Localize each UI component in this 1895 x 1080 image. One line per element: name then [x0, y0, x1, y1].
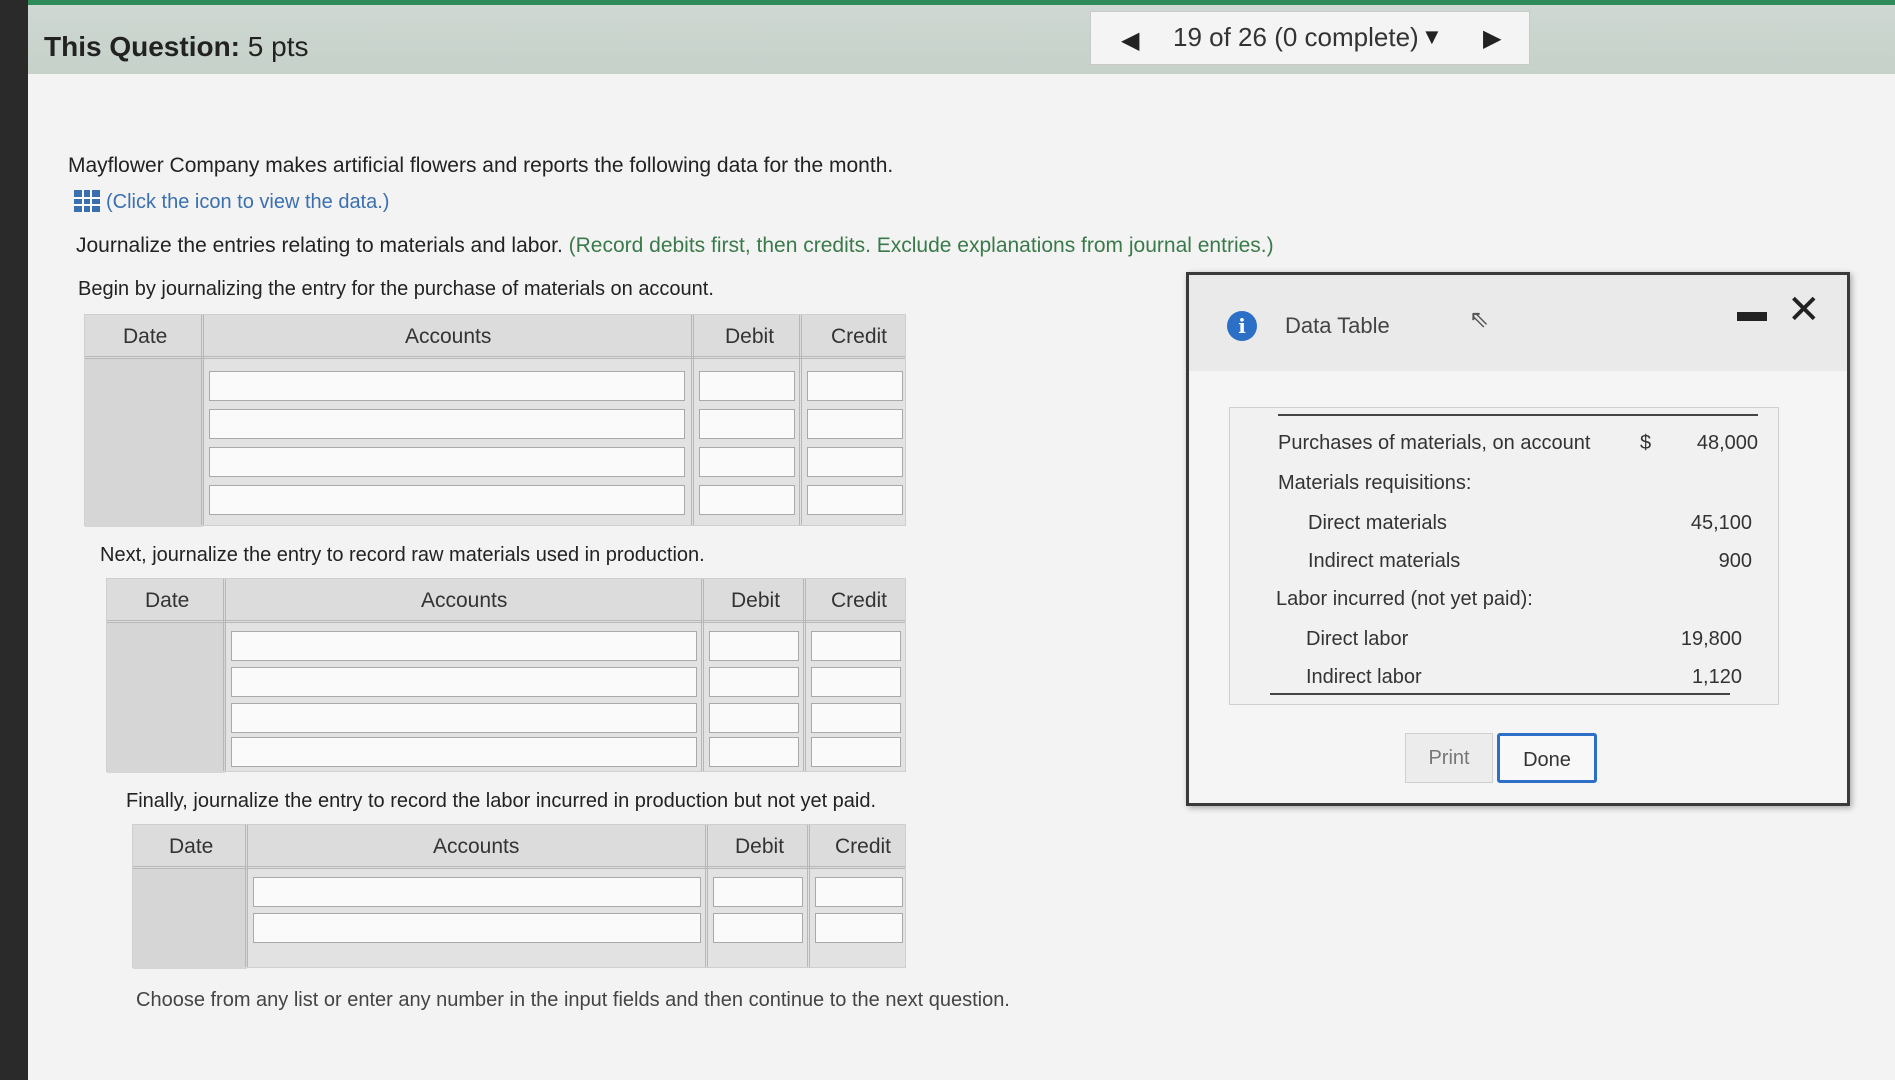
- date-column: [133, 869, 247, 969]
- print-button[interactable]: Print: [1405, 733, 1493, 783]
- question-points: This Question: 5 pts: [44, 31, 309, 62]
- debit-input[interactable]: [713, 913, 803, 943]
- dialog-title: Data Table: [1285, 313, 1390, 338]
- instructions: Journalize the entries relating to mater…: [76, 234, 1274, 257]
- credit-input[interactable]: [811, 737, 901, 767]
- debit-input[interactable]: [709, 737, 799, 767]
- account-input[interactable]: [209, 409, 685, 439]
- currency-symbol: $: [1640, 432, 1652, 454]
- journal-table-purchase: Date Accounts Debit Credit: [84, 314, 906, 527]
- credit-input[interactable]: [807, 485, 903, 515]
- account-input[interactable]: [231, 667, 697, 697]
- data-row-label: Direct labor: [1306, 628, 1409, 650]
- problem-intro: Mayflower Company makes artificial flowe…: [68, 154, 894, 177]
- debit-input[interactable]: [699, 409, 795, 439]
- next-question-icon[interactable]: ▶: [1483, 24, 1501, 53]
- data-row-label: Materials requisitions:: [1278, 472, 1472, 494]
- account-input[interactable]: [231, 737, 697, 767]
- data-row-label: Indirect materials: [1308, 550, 1461, 572]
- credit-input[interactable]: [807, 447, 903, 477]
- account-input[interactable]: [231, 631, 697, 661]
- done-button[interactable]: Done: [1497, 733, 1597, 783]
- data-table-icon[interactable]: [74, 190, 100, 212]
- credit-input[interactable]: [811, 631, 901, 661]
- credit-input[interactable]: [807, 371, 903, 401]
- mouse-cursor-icon: ⇖: [1469, 306, 1490, 333]
- screen: This Question: 5 pts ◀ 19 of 26 (0 compl…: [28, 0, 1895, 1080]
- step3-instruction: Finally, journalize the entry to record …: [126, 790, 877, 812]
- journal-table-materials-used: Date Accounts Debit Credit: [106, 578, 906, 773]
- info-icon: i: [1227, 311, 1257, 341]
- debit-input[interactable]: [709, 667, 799, 697]
- step1-instruction: Begin by journalizing the entry for the …: [78, 278, 714, 300]
- view-data-link[interactable]: (Click the icon to view the data.): [74, 190, 389, 214]
- debit-input[interactable]: [699, 447, 795, 477]
- data-row-value: 900: [1718, 550, 1752, 572]
- date-column: [85, 359, 203, 527]
- data-row-value: 19,800: [1680, 628, 1742, 650]
- credit-input[interactable]: [811, 667, 901, 697]
- minimize-icon[interactable]: ▬: [1737, 295, 1767, 329]
- credit-input[interactable]: [815, 877, 903, 907]
- step2-instruction: Next, journalize the entry to record raw…: [100, 544, 705, 566]
- data-table: Purchases of materials, on account $ 48,…: [1229, 407, 1779, 705]
- chevron-down-icon[interactable]: ▼: [1421, 24, 1443, 50]
- account-input[interactable]: [209, 371, 685, 401]
- debit-input[interactable]: [699, 485, 795, 515]
- credit-input[interactable]: [811, 703, 901, 733]
- debit-input[interactable]: [709, 703, 799, 733]
- debit-input[interactable]: [709, 631, 799, 661]
- question-header: This Question: 5 pts ◀ 19 of 26 (0 compl…: [28, 0, 1895, 74]
- credit-input[interactable]: [807, 409, 903, 439]
- data-row-value: 48,000: [1696, 432, 1758, 454]
- data-row-value: 1,120: [1691, 666, 1742, 688]
- account-input[interactable]: [209, 485, 685, 515]
- account-input[interactable]: [231, 703, 697, 733]
- account-input[interactable]: [209, 447, 685, 477]
- data-row-value: 45,100: [1690, 512, 1752, 534]
- credit-input[interactable]: [815, 913, 903, 943]
- date-column: [107, 623, 225, 773]
- account-input[interactable]: [253, 877, 701, 907]
- data-row-label: Purchases of materials, on account: [1278, 432, 1591, 454]
- close-icon[interactable]: ✕: [1787, 287, 1821, 333]
- data-row-label: Labor incurred (not yet paid):: [1276, 588, 1533, 610]
- data-table-dialog: i Data Table ⇖ ▬ ✕ Purchases of material…: [1186, 272, 1850, 806]
- debit-input[interactable]: [713, 877, 803, 907]
- dialog-header: i Data Table ⇖ ▬ ✕: [1189, 275, 1847, 371]
- question-progress-dropdown[interactable]: 19 of 26 (0 complete): [1173, 22, 1419, 53]
- journal-header: Date Accounts Debit Credit: [133, 825, 905, 869]
- footer-instruction: Choose from any list or enter any number…: [136, 989, 1010, 1011]
- journal-header: Date Accounts Debit Credit: [85, 315, 905, 359]
- journal-header: Date Accounts Debit Credit: [107, 579, 905, 623]
- data-row-label: Indirect labor: [1306, 666, 1422, 688]
- debit-input[interactable]: [699, 371, 795, 401]
- journal-table-labor: Date Accounts Debit Credit: [132, 824, 906, 969]
- data-row-label: Direct materials: [1308, 512, 1447, 534]
- question-navigator: ◀ 19 of 26 (0 complete) ▼ ▶: [1090, 11, 1530, 65]
- account-input[interactable]: [253, 913, 701, 943]
- previous-question-icon[interactable]: ◀: [1121, 26, 1139, 55]
